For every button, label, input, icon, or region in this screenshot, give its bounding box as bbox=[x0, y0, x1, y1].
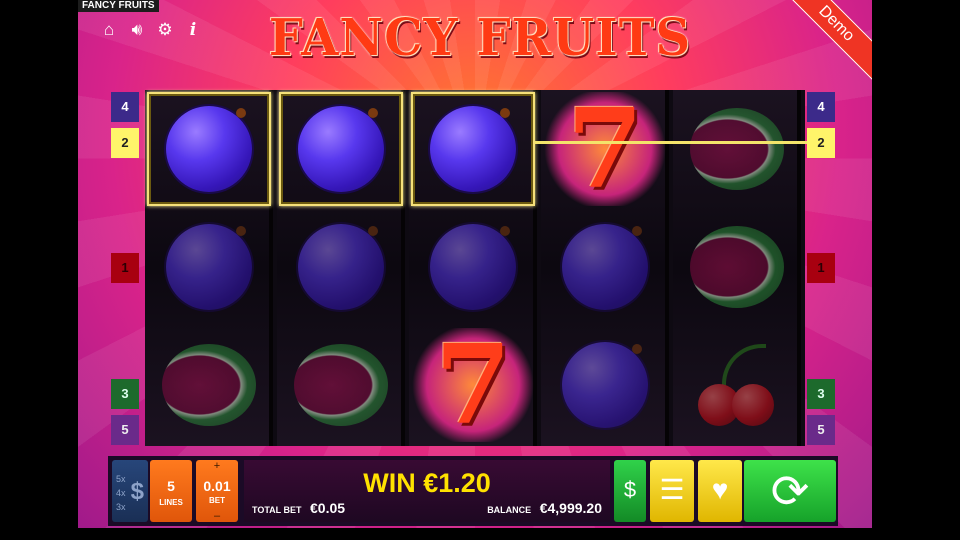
lines-selector[interactable]: 5 LINES bbox=[150, 460, 192, 522]
melon-icon bbox=[690, 226, 784, 308]
symbol-plum bbox=[411, 210, 535, 324]
payline-marker-left: 5 bbox=[111, 415, 139, 445]
symbol-plum bbox=[543, 210, 667, 324]
sound-icon[interactable]: 🔊︎ bbox=[128, 20, 146, 40]
melon-icon bbox=[690, 108, 784, 190]
balance: BALANCE €4,999.20 bbox=[487, 500, 602, 516]
bet-plus-icon[interactable]: + bbox=[196, 460, 238, 472]
paytable-mark: 3x bbox=[116, 502, 126, 512]
game-title-tab: FANCY FRUITS bbox=[78, 0, 159, 12]
dollar-icon: $ bbox=[130, 478, 144, 505]
plum-icon bbox=[166, 224, 252, 310]
symbol-melon bbox=[279, 328, 403, 442]
win-amount: WIN €1.20 bbox=[363, 468, 491, 498]
plum-icon bbox=[430, 106, 516, 192]
bet-value: 0.01 bbox=[203, 478, 231, 494]
symbol-plum bbox=[147, 210, 271, 324]
spin-button[interactable]: ⟳ bbox=[744, 460, 836, 522]
info-icon[interactable]: i bbox=[184, 20, 202, 40]
winning-payline bbox=[535, 141, 807, 144]
gamble-button[interactable]: $ bbox=[614, 460, 646, 522]
money-bag-icon: $ bbox=[623, 477, 637, 502]
total-bet: TOTAL BET €0.05 bbox=[252, 500, 345, 516]
balance-value: €4,999.20 bbox=[539, 500, 602, 516]
payline-marker-left: 4 bbox=[111, 92, 139, 122]
symbol-cherry bbox=[675, 328, 799, 442]
payline-marker-right: 5 bbox=[807, 415, 835, 445]
paytable-mark: 5x bbox=[116, 474, 126, 484]
symbol-melon bbox=[147, 328, 271, 442]
reel bbox=[277, 90, 405, 446]
symbol-melon bbox=[675, 210, 799, 324]
seven-icon: 7 bbox=[434, 320, 512, 449]
cherry-icon bbox=[692, 340, 782, 430]
total-bet-label: TOTAL BET bbox=[252, 505, 302, 515]
plum-icon bbox=[562, 342, 648, 428]
payline-marker-right: 4 bbox=[807, 92, 835, 122]
paytable-button[interactable]: 5x 4x 3x $ bbox=[112, 460, 148, 522]
bet-label: BET bbox=[209, 496, 225, 505]
symbol-melon bbox=[675, 92, 799, 206]
symbol-plum bbox=[543, 328, 667, 442]
plum-icon bbox=[430, 224, 516, 310]
top-controls: ⌂ 🔊︎ ⚙ i bbox=[100, 20, 202, 40]
payline-marker-left: 2 bbox=[111, 128, 139, 158]
plum-icon bbox=[298, 224, 384, 310]
payline-marker-right: 1 bbox=[807, 253, 835, 283]
balance-label: BALANCE bbox=[487, 505, 532, 515]
symbol-plum bbox=[147, 92, 271, 206]
plum-icon bbox=[166, 106, 252, 192]
total-bet-value: €0.05 bbox=[310, 500, 346, 516]
card-gamble-button[interactable]: ♥ bbox=[698, 460, 742, 522]
spin-icon: ⟳ bbox=[770, 465, 810, 517]
ladder-button[interactable]: ☰ bbox=[650, 460, 694, 522]
payline-marker-right: 2 bbox=[807, 128, 835, 158]
cards-icon: ♥ bbox=[711, 474, 729, 505]
plum-icon bbox=[298, 106, 384, 192]
reel: 7 bbox=[409, 90, 537, 446]
reel bbox=[145, 90, 273, 446]
melon-icon bbox=[162, 344, 256, 426]
plum-icon bbox=[562, 224, 648, 310]
symbol-seven: 7 bbox=[543, 92, 667, 206]
ladder-icon: ☰ bbox=[659, 474, 685, 505]
symbol-plum bbox=[411, 92, 535, 206]
payline-marker-left: 3 bbox=[111, 379, 139, 409]
payline-marker-left: 1 bbox=[111, 253, 139, 283]
home-icon[interactable]: ⌂ bbox=[100, 20, 118, 40]
symbol-plum bbox=[279, 210, 403, 324]
lines-value: 5 bbox=[167, 478, 175, 494]
win-panel: WIN €1.20 TOTAL BET €0.05 BALANCE €4,999… bbox=[244, 460, 610, 522]
lines-label: LINES bbox=[159, 498, 183, 507]
melon-icon bbox=[294, 344, 388, 426]
bet-minus-icon[interactable]: – bbox=[196, 510, 238, 522]
control-bar: 5x 4x 3x $ 5 LINES + 0.01 BET – WIN €1.2… bbox=[108, 456, 838, 526]
payline-marker-right: 3 bbox=[807, 379, 835, 409]
paytable-mark: 4x bbox=[116, 488, 126, 498]
symbol-seven: 7 bbox=[411, 328, 535, 442]
settings-icon[interactable]: ⚙ bbox=[156, 20, 174, 40]
symbol-plum bbox=[279, 92, 403, 206]
seven-icon: 7 bbox=[566, 84, 644, 213]
bet-selector[interactable]: + 0.01 BET – bbox=[196, 460, 238, 522]
